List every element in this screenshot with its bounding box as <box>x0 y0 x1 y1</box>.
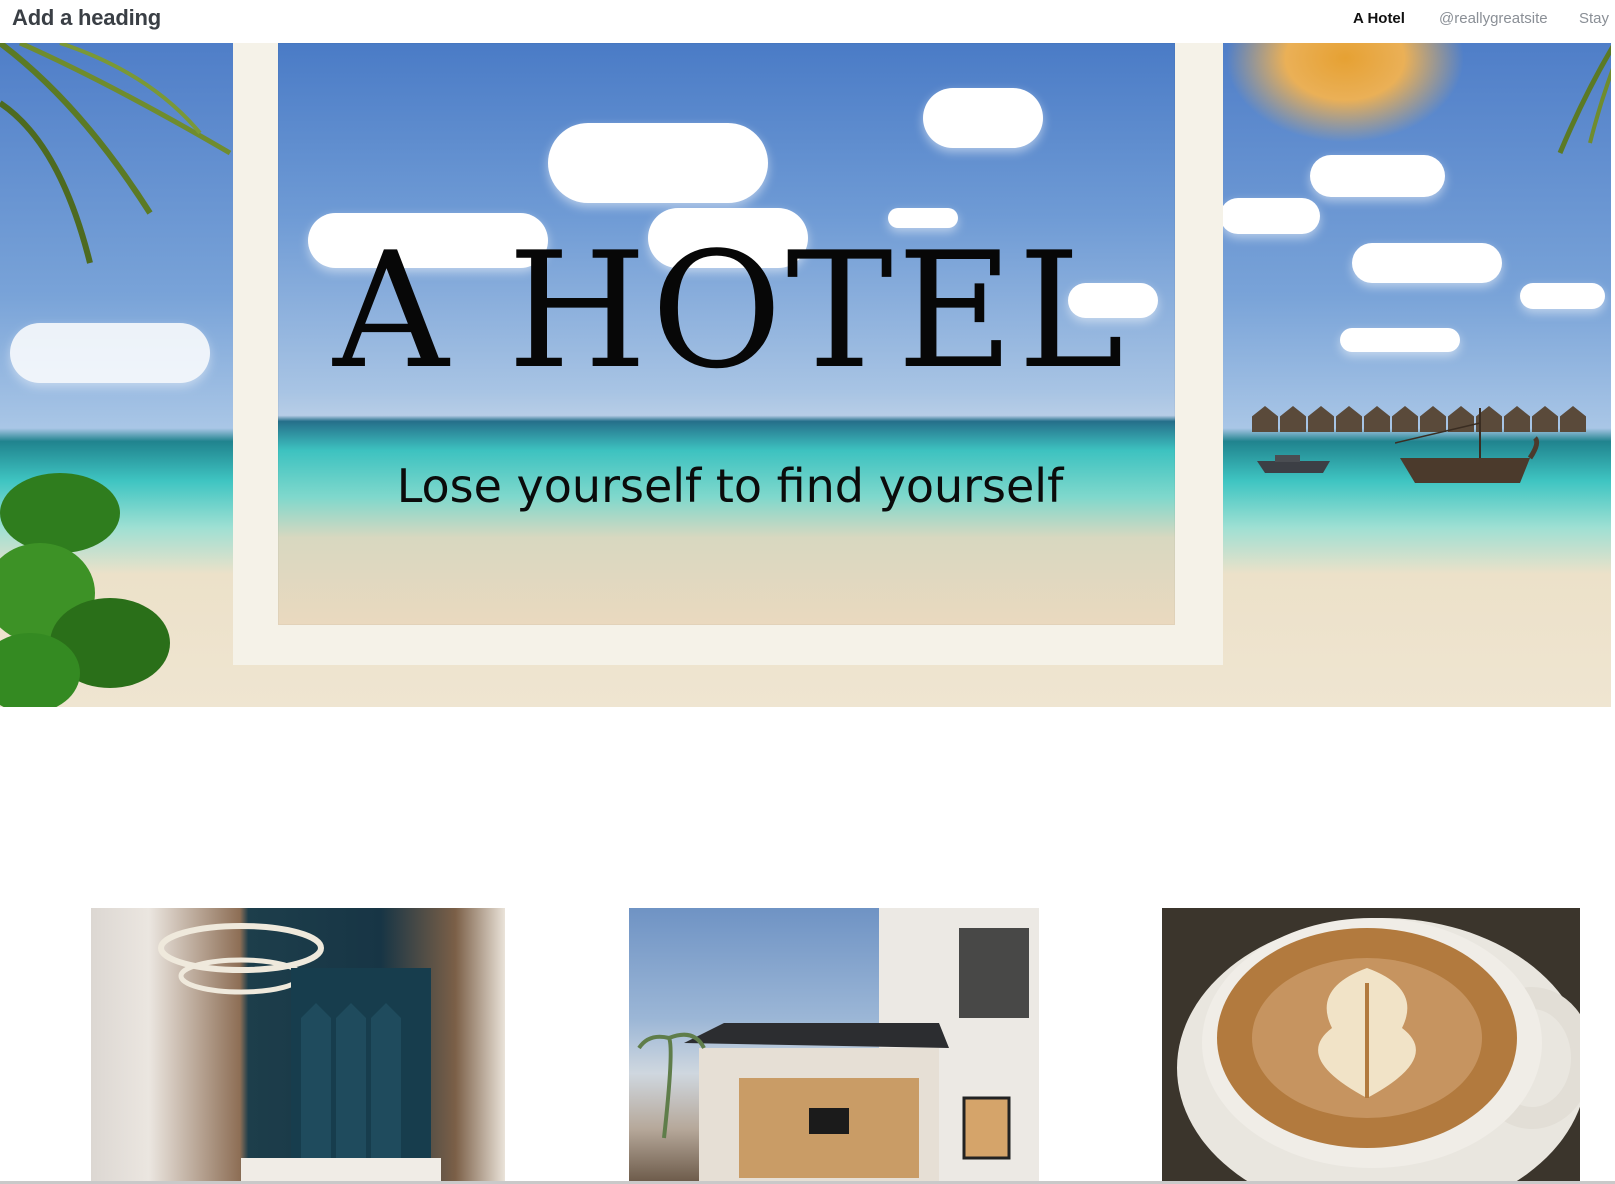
palm-fronds-left <box>0 43 232 264</box>
tropical-plant-left <box>0 473 170 707</box>
nav-link-site[interactable]: @reallygreatsite <box>1439 10 1548 27</box>
cloud <box>1310 155 1445 197</box>
hotel-bedroom-photo <box>91 908 505 1184</box>
top-bar: Add a heading A Hotel @reallygreatsite S… <box>0 0 1615 43</box>
palm-fronds-right <box>1557 44 1611 154</box>
dhoni-boat <box>1395 408 1540 483</box>
hero-banner: A HOTEL Lose yourself to find yourself <box>0 43 1611 707</box>
villa-exterior-photo <box>629 908 1039 1184</box>
cloud <box>548 123 768 203</box>
page-heading[interactable]: Add a heading <box>12 5 161 31</box>
cloud <box>1220 198 1320 234</box>
chandelier-icon <box>158 923 441 1184</box>
sun-glow <box>1225 43 1465 143</box>
cloud <box>10 323 210 383</box>
cloud <box>923 88 1043 148</box>
nav-link-hotel[interactable]: A Hotel <box>1353 10 1405 27</box>
nav-link-stay[interactable]: Stay <box>1579 10 1609 27</box>
cloud <box>1352 243 1502 283</box>
cloud <box>1520 283 1605 309</box>
latte-coffee-photo <box>1162 908 1580 1184</box>
cloud <box>1340 328 1460 352</box>
speedboat <box>1257 455 1330 473</box>
hero-title: A HOTEL <box>333 217 1128 404</box>
hero-subtitle: Lose yourself to find yourself <box>396 459 1064 513</box>
